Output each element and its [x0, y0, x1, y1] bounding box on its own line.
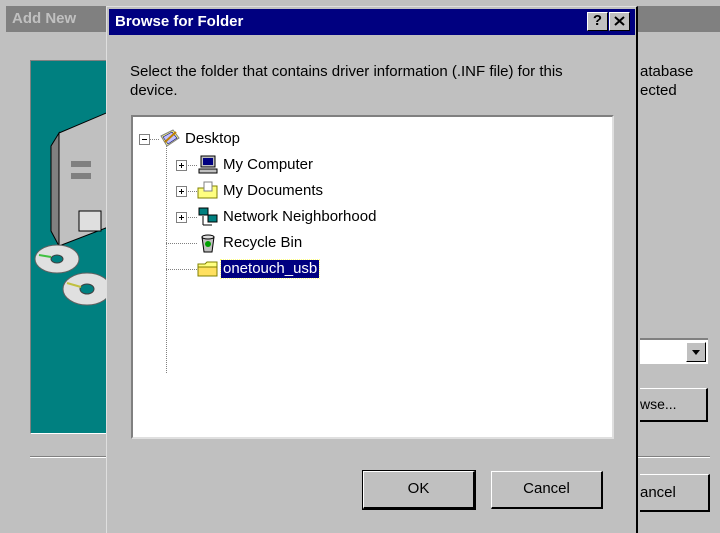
desktop-icon — [160, 129, 180, 147]
recycle-bin-icon — [201, 234, 215, 253]
folder-tree[interactable]: Desktop My Computer My Documents Network… — [131, 115, 614, 439]
tree-item-label: My Documents — [223, 182, 324, 199]
tree-item-label-selected: onetouch_usb — [219, 259, 321, 279]
cancel-button[interactable]: Cancel — [491, 471, 603, 509]
help-button[interactable]: ? — [587, 12, 608, 31]
wizard-cancel-button[interactable]: ancel — [640, 474, 710, 512]
expand-icon[interactable] — [176, 186, 187, 197]
ok-button[interactable]: OK — [362, 470, 476, 510]
wizard-text-line: ected — [640, 82, 677, 99]
tree-line — [166, 269, 197, 270]
browse-for-folder-dialog: Browse for Folder ? Select the folder th… — [106, 6, 638, 533]
chevron-down-icon[interactable] — [686, 342, 706, 362]
close-button[interactable] — [609, 12, 630, 31]
tree-line — [166, 141, 167, 373]
network-icon — [198, 207, 218, 226]
wizard-text-line: atabase — [640, 63, 694, 80]
tree-item-label: My Computer — [223, 156, 314, 173]
computer-cd-graphic — [34, 110, 112, 306]
wizard-location-combo[interactable] — [640, 338, 708, 364]
tree-line — [149, 139, 159, 140]
expand-icon[interactable] — [176, 160, 187, 171]
wizard-graphic-panel — [30, 60, 112, 434]
wizard-title: Add New — [12, 10, 77, 27]
dialog-titlebar: Browse for Folder ? — [109, 9, 635, 35]
wizard-browse-button[interactable]: wse... — [640, 388, 708, 422]
folder-icon — [197, 261, 218, 277]
wizard-text: atabase ected — [640, 62, 693, 100]
tree-item-label: Desktop — [185, 130, 241, 147]
tree-line — [166, 243, 197, 244]
close-icon — [614, 16, 625, 26]
dialog-description: Select the folder that contains driver i… — [130, 63, 563, 99]
tree-item-label: Network Neighborhood — [223, 208, 377, 225]
computer-icon — [198, 155, 218, 174]
tree-item-label: Recycle Bin — [223, 234, 303, 251]
collapse-icon[interactable] — [139, 134, 150, 145]
dialog-title: Browse for Folder — [115, 13, 244, 30]
expand-icon[interactable] — [176, 212, 187, 223]
documents-folder-icon — [197, 181, 218, 199]
